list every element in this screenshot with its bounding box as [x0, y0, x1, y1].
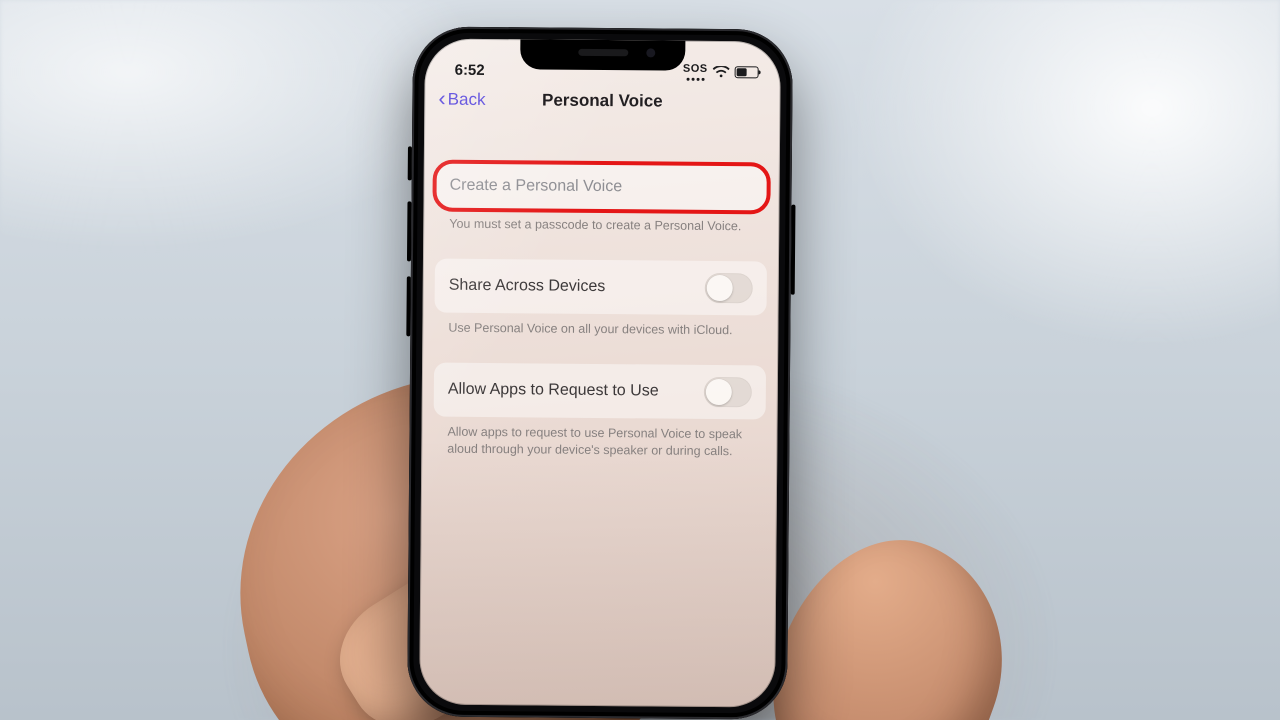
status-sos: SOS [683, 63, 708, 75]
share-toggle[interactable] [705, 273, 753, 303]
allow-label: Allow Apps to Request to Use [448, 380, 659, 400]
wifi-icon [713, 66, 730, 78]
share-across-devices-row[interactable]: Share Across Devices [435, 258, 767, 315]
battery-icon [735, 66, 759, 78]
share-footer: Use Personal Voice on all your devices w… [434, 312, 766, 339]
chevron-left-icon: ‹ [438, 88, 446, 110]
iphone-frame: 6:52 SOS ‹ Back Personal V [407, 26, 793, 719]
navigation-bar: ‹ Back Personal Voice [424, 78, 780, 123]
share-label: Share Across Devices [449, 277, 606, 296]
back-label: Back [448, 90, 486, 110]
create-label: Create a Personal Voice [450, 177, 623, 197]
group-share: Share Across Devices Use Personal Voice … [434, 258, 767, 339]
iphone-screen: 6:52 SOS ‹ Back Personal V [419, 38, 781, 707]
status-time: 6:52 [455, 62, 485, 79]
create-footer: You must set a passcode to create a Pers… [435, 209, 767, 236]
group-allow: Allow Apps to Request to Use Allow apps … [433, 362, 766, 460]
create-personal-voice-row[interactable]: Create a Personal Voice [435, 163, 767, 212]
cellular-dots-icon [686, 78, 704, 81]
allow-footer: Allow apps to request to use Personal Vo… [433, 416, 765, 460]
notch [520, 39, 685, 70]
allow-apps-row[interactable]: Allow Apps to Request to Use [434, 362, 766, 419]
settings-content: Create a Personal Voice You must set a p… [421, 120, 780, 460]
group-create: Create a Personal Voice You must set a p… [435, 163, 768, 236]
back-button[interactable]: ‹ Back [432, 86, 491, 115]
allow-toggle[interactable] [704, 377, 752, 407]
